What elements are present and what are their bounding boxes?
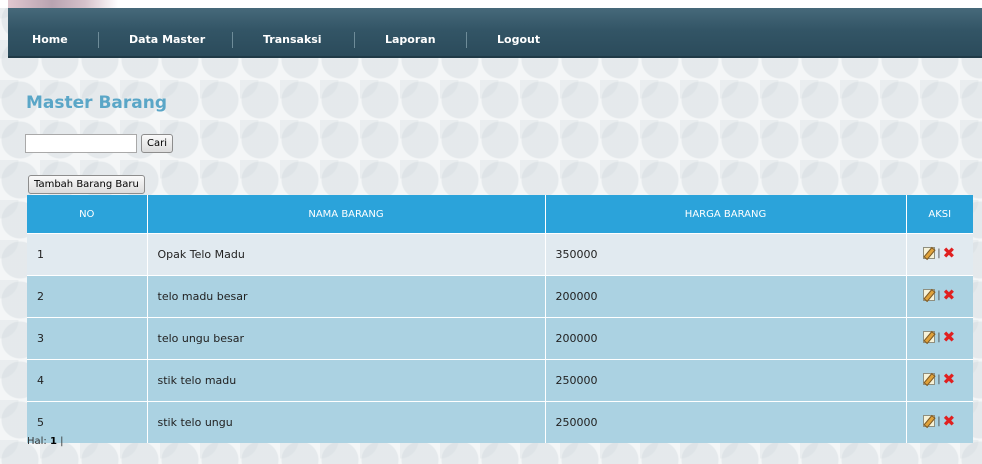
cell-name: Opak Telo Madu	[147, 233, 546, 276]
action-separator: |	[937, 331, 941, 343]
page-title: Master Barang	[26, 93, 168, 113]
nav-item-home[interactable]: Home	[32, 32, 68, 48]
table-row: 3 telo ungu besar 200000 | ✖	[27, 317, 973, 360]
pagination: Hal: 1 |	[27, 436, 64, 447]
cell-name: stik telo ungu	[147, 401, 546, 443]
cell-name: telo madu besar	[147, 275, 546, 318]
search-button[interactable]: Cari	[141, 134, 173, 153]
table-header-row: NO NAMA BARANG HARGA BARANG AKSI	[27, 195, 973, 234]
cell-actions: | ✖	[906, 233, 973, 276]
table-row: 2 telo madu besar 200000 | ✖	[27, 275, 973, 318]
edit-icon[interactable]	[923, 289, 936, 301]
table-row: 1 Opak Telo Madu 350000 | ✖	[27, 233, 973, 276]
cell-no: 2	[27, 275, 148, 318]
pagination-page-1[interactable]: 1	[50, 436, 57, 447]
action-separator: |	[937, 247, 941, 259]
col-header-price: HARGA BARANG	[545, 195, 907, 234]
delete-icon[interactable]: ✖	[943, 372, 956, 387]
action-separator: |	[937, 415, 941, 427]
action-separator: |	[937, 373, 941, 385]
main-navbar: Home Data Master Transaksi Laporan Logou…	[8, 8, 982, 58]
delete-icon[interactable]: ✖	[943, 330, 956, 345]
cell-no: 3	[27, 317, 148, 360]
pagination-label: Hal:	[27, 436, 47, 447]
edit-icon[interactable]	[923, 415, 936, 427]
items-table: NO NAMA BARANG HARGA BARANG AKSI 1 Opak …	[27, 195, 973, 443]
top-banner-strip	[0, 0, 982, 8]
cell-actions: | ✖	[906, 359, 973, 402]
edit-icon[interactable]	[923, 247, 936, 259]
action-separator: |	[937, 289, 941, 301]
nav-item-transaksi[interactable]: Transaksi	[232, 32, 322, 48]
cell-no: 4	[27, 359, 148, 402]
delete-icon[interactable]: ✖	[943, 414, 956, 429]
nav-item-logout[interactable]: Logout	[466, 32, 540, 48]
nav-item-laporan[interactable]: Laporan	[354, 32, 436, 48]
cell-actions: | ✖	[906, 401, 973, 443]
add-item-button[interactable]: Tambah Barang Baru	[28, 175, 145, 194]
table-row: 5 stik telo ungu 250000 | ✖	[27, 401, 973, 443]
search-input[interactable]	[25, 134, 137, 153]
cell-name: telo ungu besar	[147, 317, 546, 360]
col-header-name: NAMA BARANG	[147, 195, 546, 234]
banner-image	[8, 0, 118, 8]
edit-icon[interactable]	[923, 331, 936, 343]
search-form: Cari	[25, 134, 173, 153]
delete-icon[interactable]: ✖	[943, 288, 956, 303]
cell-price: 250000	[545, 359, 907, 402]
edit-icon[interactable]	[923, 373, 936, 385]
delete-icon[interactable]: ✖	[943, 246, 956, 261]
cell-actions: | ✖	[906, 317, 973, 360]
col-header-actions: AKSI	[906, 195, 973, 234]
cell-price: 350000	[545, 233, 907, 276]
cell-actions: | ✖	[906, 275, 973, 318]
nav-item-data-master[interactable]: Data Master	[98, 32, 205, 48]
col-header-no: NO	[27, 195, 148, 234]
cell-no: 1	[27, 233, 148, 276]
cell-price: 250000	[545, 401, 907, 443]
table-row: 4 stik telo madu 250000 | ✖	[27, 359, 973, 402]
cell-price: 200000	[545, 275, 907, 318]
pagination-separator: |	[60, 436, 64, 447]
cell-name: stik telo madu	[147, 359, 546, 402]
cell-price: 200000	[545, 317, 907, 360]
